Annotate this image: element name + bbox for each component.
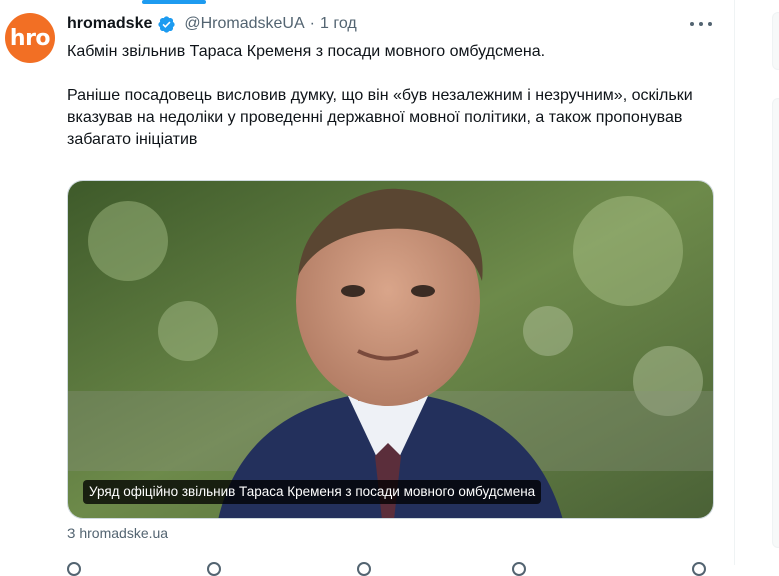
tweet-text-body: Раніше посадовець висловив думку, що він…	[67, 87, 693, 148]
tab-active-indicator	[142, 0, 206, 4]
dot	[708, 22, 712, 26]
timestamp[interactable]: 1 год	[320, 15, 357, 33]
reply-icon[interactable]	[67, 562, 81, 576]
dot	[690, 22, 694, 26]
tweet-text-headline: Кабмін звільнив Тараса Кременя з посади …	[67, 43, 546, 60]
preview-photo	[68, 181, 713, 518]
display-name[interactable]: hromadske	[67, 15, 152, 33]
handle[interactable]: @HromadskeUA	[184, 15, 304, 33]
like-icon[interactable]	[357, 562, 371, 576]
link-source[interactable]: З hromadske.ua	[67, 525, 168, 541]
preview-caption: Уряд офіційно звільнив Тараса Кременя з …	[83, 480, 542, 504]
sidebar-card	[772, 12, 779, 70]
dot	[699, 22, 703, 26]
retweet-icon[interactable]	[207, 562, 221, 576]
separator-dot: ·	[309, 15, 315, 32]
link-preview-card[interactable]: Уряд офіційно звільнив Тараса Кременя з …	[67, 180, 714, 519]
verified-badge-icon	[158, 15, 175, 33]
avatar[interactable]: hro	[5, 13, 55, 63]
views-icon[interactable]	[512, 562, 526, 576]
share-icon[interactable]	[692, 562, 706, 576]
sidebar-card	[772, 98, 779, 548]
timeline-column: hro hromadske @HromadskeUA · 1 год Кабмі…	[0, 0, 735, 576]
tweet-header: hromadske @HromadskeUA · 1 год	[67, 13, 357, 35]
tweet-actions	[67, 560, 714, 576]
tweet-text: Кабмін звільнив Тараса Кременя з посади …	[67, 41, 717, 151]
more-options-icon[interactable]	[690, 16, 712, 32]
avatar-logo-text: hro	[9, 25, 51, 51]
